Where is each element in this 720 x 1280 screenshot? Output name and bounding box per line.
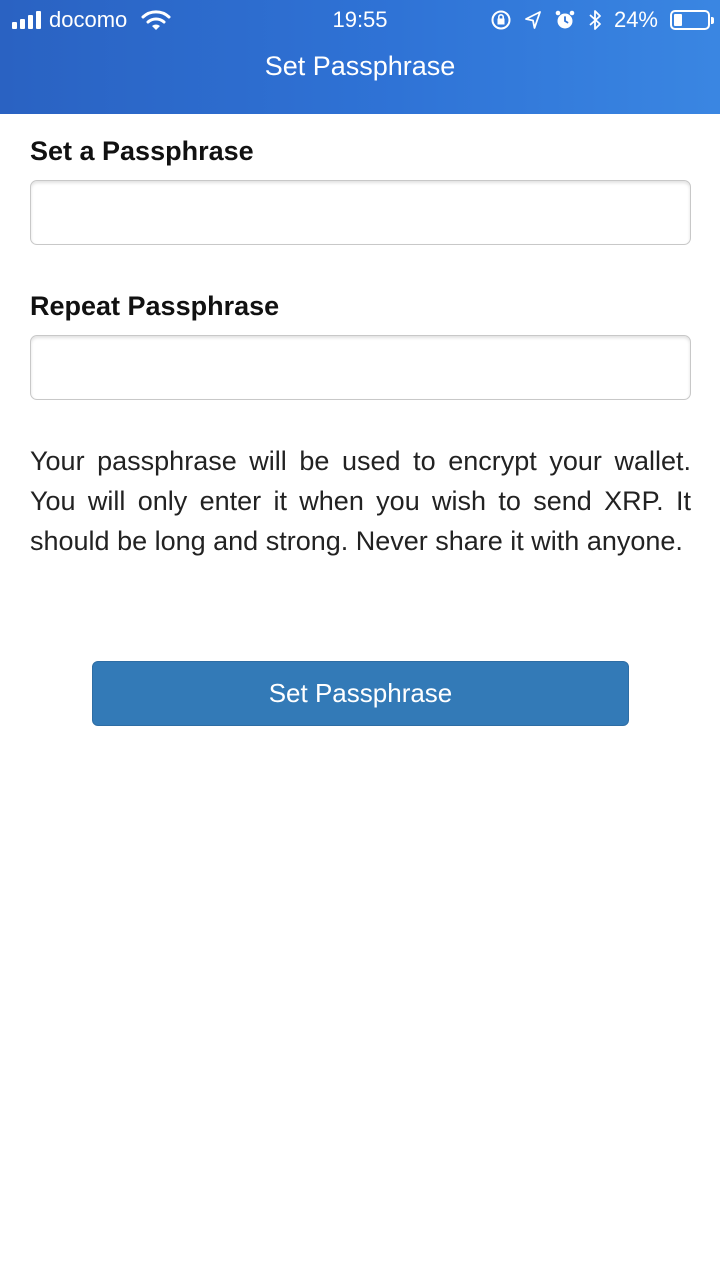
passphrase-input[interactable] [30, 180, 691, 245]
battery-tip [711, 17, 714, 24]
status-bar: docomo 19:55 24% [0, 0, 720, 40]
passphrase-label: Set a Passphrase [30, 136, 254, 166]
bluetooth-icon [589, 10, 601, 30]
page-title: Set Passphrase [264, 51, 456, 81]
repeat-passphrase-input[interactable] [30, 335, 691, 400]
passphrase-help-text: Your passphrase will be used to encrypt … [30, 446, 691, 556]
set-passphrase-button[interactable]: Set Passphrase [92, 661, 629, 726]
battery-icon [670, 10, 714, 30]
location-icon [525, 11, 541, 29]
repeat-passphrase-label: Repeat Passphrase [30, 291, 280, 321]
orientation-lock-icon [491, 10, 511, 30]
app-header: docomo 19:55 24% Set Passphrase [0, 0, 720, 114]
status-right: 24% [490, 6, 714, 34]
battery-percent: 24% [613, 7, 658, 32]
battery-fill [674, 14, 682, 26]
alarm-icon [555, 10, 575, 29]
